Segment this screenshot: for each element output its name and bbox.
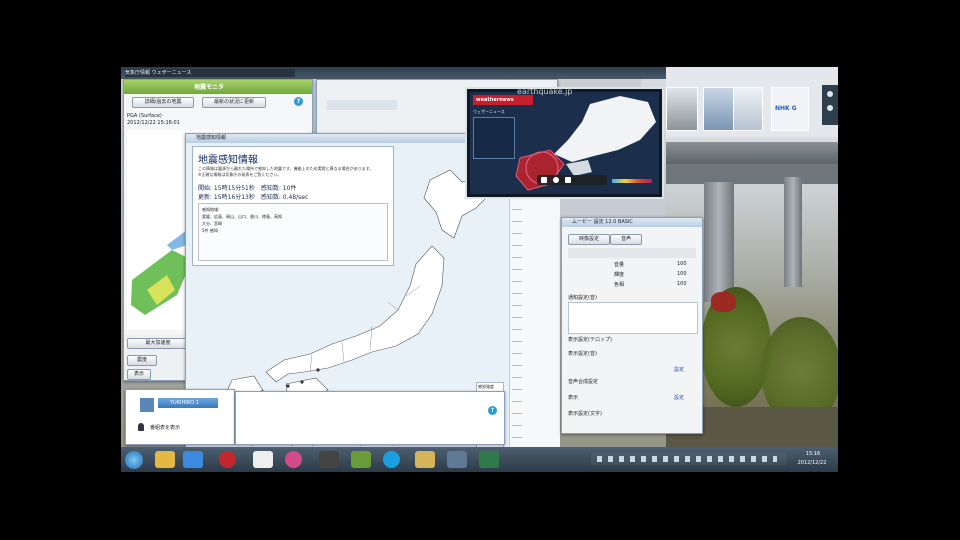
side-control-dot-2[interactable]: [827, 105, 833, 111]
intensity-window-titlebar[interactable]: 地震感知情報: [186, 134, 510, 143]
bridge-deck: [666, 142, 838, 164]
eew-honshu: [554, 96, 656, 162]
eew-control-bar: [537, 175, 607, 185]
red-foliage: [711, 292, 736, 312]
settings-section-2: 表示設定(テロップ): [568, 337, 612, 343]
eew-volume-icon[interactable]: [553, 177, 559, 183]
settings-section-6: 表示設定(文字): [568, 411, 602, 417]
eew-logo: weathernews: [476, 97, 514, 103]
settings-tab-video[interactable]: 映像設定: [568, 234, 610, 245]
eew-info-panel: [473, 117, 515, 159]
chat-user-tab-label: YUKIHIRO 1: [170, 400, 199, 406]
quake-monitor-header: 地震モニタ: [124, 80, 312, 94]
intensity-button[interactable]: 震度: [127, 355, 157, 366]
timeline-scroll-strip[interactable]: [509, 197, 560, 447]
settings-section-1: 通知設定(音): [568, 295, 597, 301]
legend-title: 感知強度: [478, 384, 494, 389]
quake-monitor-title: 地震モニタ: [194, 84, 225, 91]
chat-user-tab[interactable]: YUKIHIRO 1: [158, 398, 218, 408]
clock-date[interactable]: 2012/12/22: [789, 460, 835, 466]
windows-orb-icon[interactable]: [125, 451, 143, 469]
security-icon[interactable]: [219, 451, 236, 468]
settings-row-3-value[interactable]: 100: [677, 281, 695, 287]
honshu: [265, 245, 445, 383]
settings-section-5: 表示: [568, 395, 579, 401]
eew-legend-bar: [612, 179, 652, 183]
skype-icon[interactable]: [383, 451, 400, 468]
desktop: 気象庁情報 ウェザーニュース NHK G 地震モニタ 詳細/過去の地震 最新の状…: [121, 67, 838, 472]
eew-settings-icon[interactable]: [565, 177, 571, 183]
eew-shikoku: [566, 160, 592, 176]
detection-marker: [300, 380, 304, 384]
pga-label: PGA (Surface): [127, 113, 162, 119]
chat-user-icon: [140, 398, 154, 412]
settings-row-2-label: 輝度: [614, 272, 625, 278]
settings-tab-audio[interactable]: 音声: [610, 234, 642, 245]
tray-icons[interactable]: [597, 456, 777, 462]
settings-toolbar: [568, 248, 696, 258]
explorer-icon[interactable]: [155, 451, 175, 468]
eew-subtitle: ウェザーニュース: [473, 109, 505, 114]
settings-row-1-value[interactable]: 100: [677, 261, 695, 267]
message-input-window[interactable]: ↑: [235, 391, 505, 445]
thumbnail-1[interactable]: [666, 87, 698, 131]
settings-textarea[interactable]: [568, 302, 698, 334]
settings-window: ムービー 設定 12.0 BASIC 映像設定 音声 音量 100 輝度 100…: [561, 217, 703, 434]
person-icon: [138, 423, 144, 431]
detection-marker: [286, 384, 290, 388]
display-button[interactable]: 表示: [127, 369, 151, 380]
send-button[interactable]: ↑: [488, 406, 497, 415]
settings-section-4: 音声合成設定: [568, 379, 599, 385]
quake-history-button[interactable]: 詳細/過去の地震: [132, 97, 194, 108]
bridge-underside: [666, 164, 838, 184]
settings-link-2[interactable]: 設定: [674, 394, 694, 401]
k-app-icon[interactable]: [253, 451, 273, 468]
settings-row-1-label: 音量: [614, 262, 625, 268]
thumbnail-3[interactable]: [733, 87, 763, 131]
quake-timestamp: 2012/12/22 15:16:01: [127, 120, 180, 126]
thumbnail-2[interactable]: [703, 87, 735, 131]
chat-bottom-label[interactable]: 番組表を表示: [150, 424, 210, 431]
background-list-row: [327, 100, 397, 110]
eew-url: earthquake.jp: [517, 87, 573, 96]
folder-icon[interactable]: [415, 451, 435, 468]
ie-icon[interactable]: [183, 451, 203, 468]
taskbar: 15:16 2012/12/22: [121, 447, 838, 472]
quake-refresh-button[interactable]: 最新の状況に更新: [202, 97, 266, 108]
nhk-thumbnail[interactable]: NHK G: [771, 87, 809, 131]
media-icon[interactable]: [285, 451, 302, 468]
display-icon[interactable]: [479, 451, 499, 468]
video-icon[interactable]: [319, 451, 339, 468]
chat-window: YUKIHIRO 1 番組表を表示: [125, 389, 235, 445]
top-left-window-title[interactable]: 気象庁情報 ウェザーニュース: [125, 69, 295, 77]
scroll-lines: [512, 197, 522, 447]
nhk-badge: NHK G: [775, 105, 797, 112]
settings-row-2-value[interactable]: 100: [677, 271, 695, 277]
quake-info-button[interactable]: ?: [294, 97, 303, 106]
settings-titlebar[interactable]: ムービー 設定 12.0 BASIC: [562, 218, 702, 227]
settings-link-1[interactable]: 設定: [674, 366, 694, 373]
side-control-dot-1[interactable]: [827, 91, 833, 97]
photo-icon[interactable]: [351, 451, 371, 468]
bridge-pillar-right: [784, 177, 802, 287]
network-icon[interactable]: [447, 451, 467, 468]
clock-time[interactable]: 15:16: [793, 451, 833, 457]
eew-popup: weathernews ウェザーニュース earthquake.jp: [465, 87, 664, 199]
settings-row-3-label: 色相: [614, 282, 625, 288]
detection-marker: [316, 368, 320, 372]
max-accel-button[interactable]: 最大加速度: [127, 338, 189, 349]
settings-section-3: 表示設定(音): [568, 351, 597, 357]
bridge-pillar-left: [704, 182, 734, 302]
eew-play-icon[interactable]: [541, 177, 547, 183]
